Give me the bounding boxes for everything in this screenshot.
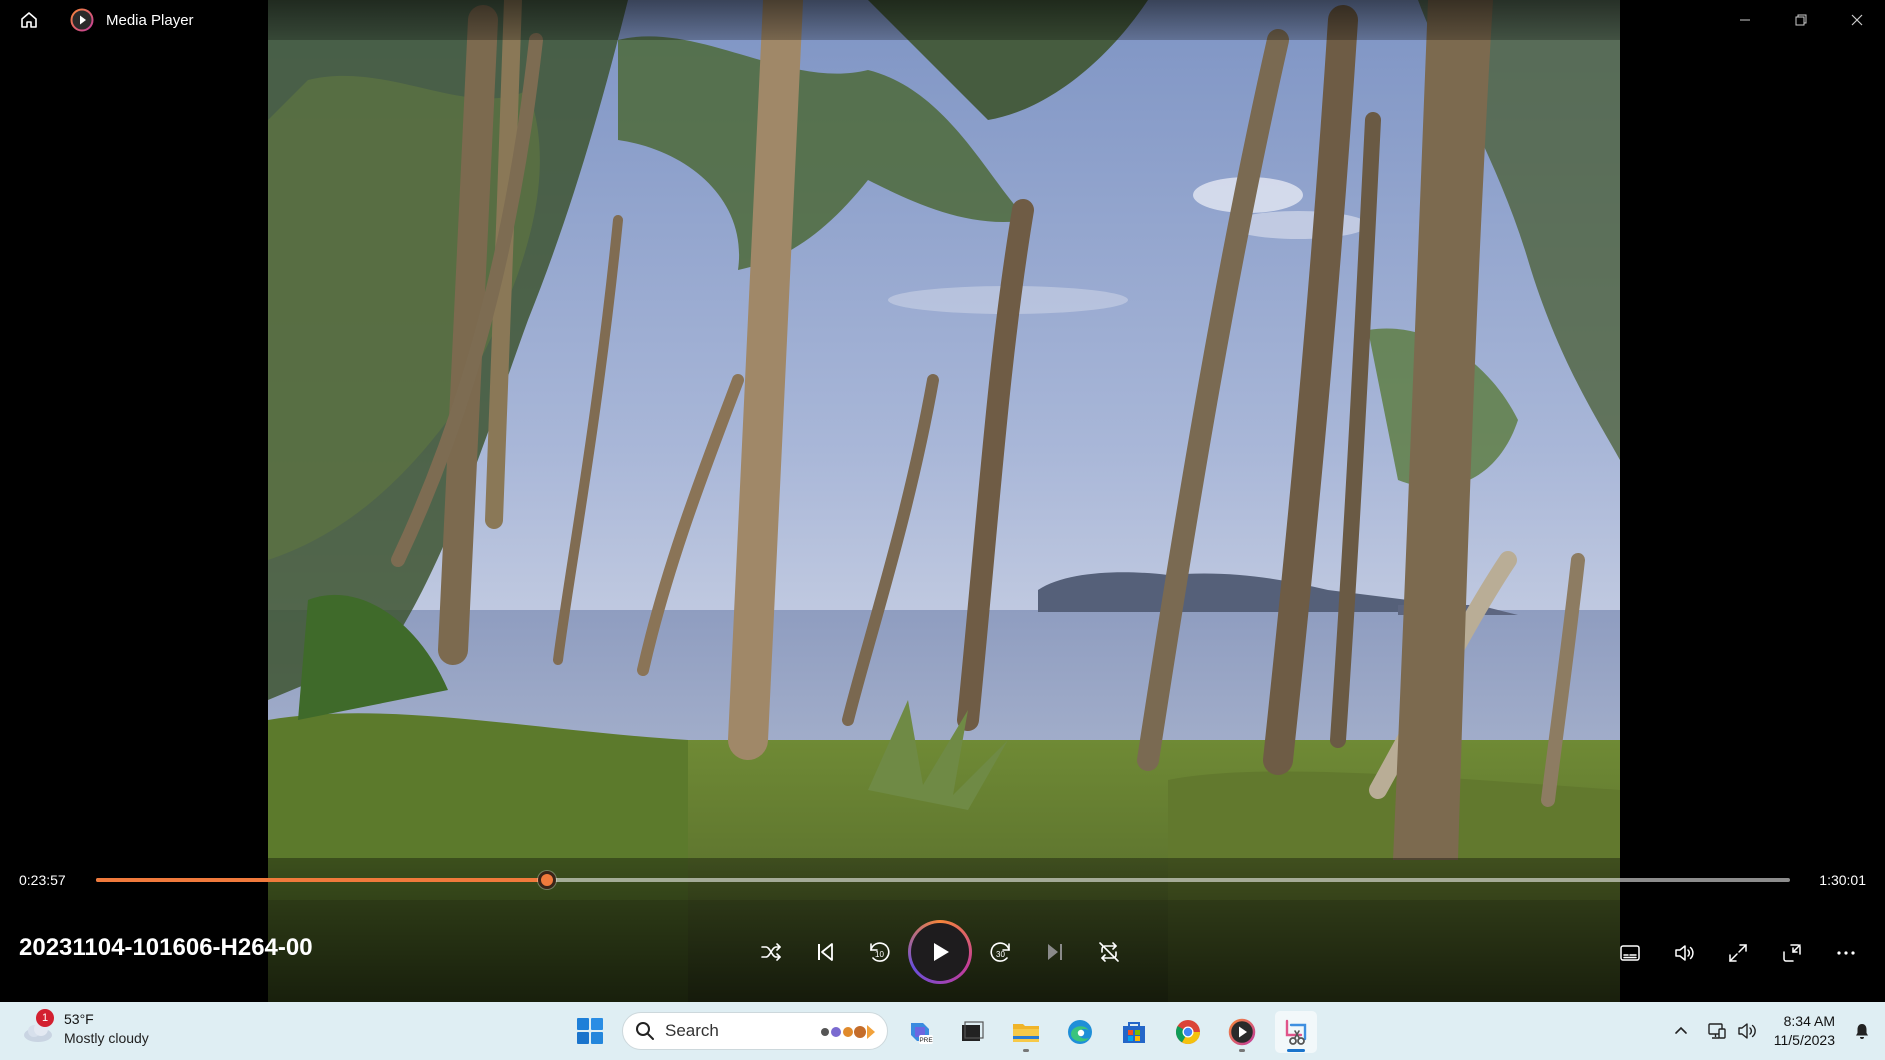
title-bar: Media Player	[0, 0, 1885, 40]
mini-player-button[interactable]	[1765, 926, 1819, 980]
skip-forward-30-icon: 30	[990, 942, 1010, 962]
skip-forward-button[interactable]: 30	[974, 925, 1028, 979]
copilot-icon: PRE	[911, 1023, 933, 1044]
search-highlight-icon	[821, 1025, 875, 1039]
chrome-icon	[1175, 1020, 1200, 1045]
window-controls	[1717, 0, 1885, 40]
network-button[interactable]	[1702, 1016, 1732, 1046]
file-explorer-icon	[1013, 1024, 1039, 1042]
weather-widget[interactable]: 1 53°F Mostly cloudy	[20, 1009, 149, 1048]
video-area[interactable]	[0, 0, 1885, 1002]
restore-icon	[1795, 14, 1807, 26]
skip-forward-label: 30	[996, 950, 1005, 959]
media-player-running-indicator	[1239, 1049, 1245, 1052]
taskbar-file-explorer[interactable]	[1005, 1011, 1047, 1053]
seek-bar-progress	[96, 878, 547, 882]
system-tray: 8:34 AM 11/5/2023	[1666, 1002, 1885, 1060]
search-placeholder: Search	[665, 1021, 719, 1040]
volume-button[interactable]	[1657, 926, 1711, 980]
repeat-button[interactable]	[1082, 925, 1136, 979]
taskbar-search[interactable]: Search	[622, 1012, 888, 1050]
network-icon	[1708, 1023, 1726, 1039]
close-icon	[1851, 14, 1863, 26]
fullscreen-button[interactable]	[1711, 926, 1765, 980]
clock-time: 8:34 AM	[1783, 1013, 1835, 1029]
mini-player-icon	[1783, 944, 1801, 962]
cloudy-weather-icon: 1	[20, 1009, 56, 1047]
next-icon	[1048, 944, 1062, 960]
start-button[interactable]	[570, 1011, 610, 1051]
seek-bar-thumb[interactable]	[537, 871, 556, 889]
file-explorer-running-indicator	[1023, 1049, 1029, 1052]
media-player-icon	[1228, 1018, 1256, 1046]
captions-button[interactable]	[1603, 926, 1657, 980]
taskbar: 1 53°F Mostly cloudy Search PRE 8:34 AM …	[0, 1002, 1885, 1060]
home-icon	[21, 12, 37, 28]
media-player-logo-icon	[70, 8, 94, 32]
skip-back-label: 10	[875, 950, 884, 959]
weather-badge: 1	[36, 1009, 54, 1027]
windows-start-icon	[577, 1018, 603, 1044]
taskbar-task-view[interactable]	[951, 1011, 993, 1053]
seek-bar[interactable]	[96, 871, 1790, 889]
current-time: 0:23:57	[19, 872, 66, 888]
restore-button[interactable]	[1773, 0, 1829, 40]
more-options-button[interactable]	[1819, 926, 1873, 980]
home-button[interactable]	[0, 0, 58, 40]
snipping-tool-active-indicator	[1287, 1049, 1305, 1052]
taskbar-copilot[interactable]: PRE	[899, 1011, 941, 1053]
weather-temperature: 53°F	[64, 1011, 94, 1027]
task-view-icon	[962, 1021, 984, 1041]
skip-back-button[interactable]: 10	[852, 925, 906, 979]
app-title: Media Player	[106, 11, 194, 29]
player-tools	[1603, 926, 1873, 980]
taskbar-edge[interactable]	[1059, 1011, 1101, 1053]
video-frame	[268, 0, 1620, 1002]
skip-back-10-icon: 10	[870, 942, 890, 962]
taskbar-snipping-tool[interactable]	[1275, 1011, 1317, 1053]
show-hidden-icons-chevron-icon	[1674, 1026, 1687, 1034]
system-clock[interactable]: 8:34 AM 11/5/2023	[1774, 1012, 1835, 1050]
search-icon	[636, 1022, 654, 1040]
taskbar-microsoft-store[interactable]	[1113, 1011, 1155, 1053]
next-button[interactable]	[1028, 925, 1082, 979]
notification-bell-icon	[1856, 1024, 1868, 1039]
clock-date: 11/5/2023	[1773, 1032, 1835, 1048]
show-hidden-icons-button[interactable]	[1666, 1016, 1696, 1046]
close-button[interactable]	[1829, 0, 1885, 40]
play-icon	[934, 943, 949, 961]
minimize-icon	[1740, 19, 1750, 21]
speaker-button[interactable]	[1732, 1016, 1762, 1046]
edge-icon	[1068, 1020, 1092, 1044]
svg-text:PRE: PRE	[919, 1037, 933, 1044]
transport-controls: 10 30	[744, 920, 1136, 984]
play-button-inner	[911, 923, 969, 981]
repeat-off-icon	[1099, 942, 1119, 962]
media-title: 20231104-101606-H264-00	[19, 934, 313, 961]
minimize-button[interactable]	[1717, 0, 1773, 40]
snipping-tool-icon	[1285, 1019, 1307, 1045]
weather-text: 53°F Mostly cloudy	[64, 1010, 149, 1048]
more-options-icon	[1837, 951, 1855, 955]
total-time: 1:30:01	[1819, 872, 1866, 888]
notifications-button[interactable]	[1845, 1011, 1879, 1051]
captions-icon	[1620, 945, 1640, 961]
shuffle-icon	[761, 943, 781, 961]
previous-icon	[818, 943, 833, 961]
volume-icon	[1675, 945, 1694, 961]
previous-button[interactable]	[798, 925, 852, 979]
taskbar-media-player[interactable]	[1221, 1011, 1263, 1053]
taskbar-chrome[interactable]	[1167, 1011, 1209, 1053]
shuffle-button[interactable]	[744, 925, 798, 979]
player-controls: 0:23:57 1:30:01 20231104-101606-H264-00 …	[0, 858, 1885, 1002]
video-still-image	[268, 0, 1620, 1002]
microsoft-store-icon	[1123, 1022, 1145, 1043]
speaker-icon	[1738, 1023, 1756, 1039]
weather-condition: Mostly cloudy	[64, 1030, 149, 1046]
fullscreen-icon	[1729, 944, 1747, 962]
play-pause-button[interactable]	[908, 920, 972, 984]
